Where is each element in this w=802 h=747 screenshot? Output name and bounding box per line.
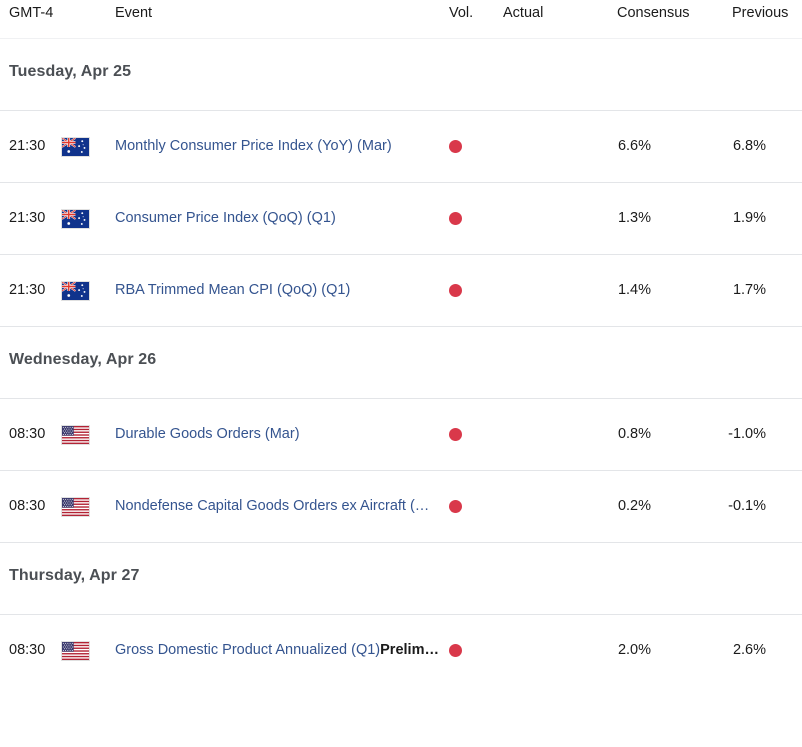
- usa-flag: [61, 471, 90, 542]
- event-previous-value: 6.8%: [732, 138, 766, 154]
- event-previous-value: 2.6%: [732, 642, 766, 658]
- australia-flag: [61, 183, 90, 254]
- event-time: 21:30: [9, 282, 46, 298]
- calendar-day-heading-row: Tuesday, Apr 25: [0, 39, 802, 111]
- volatility-indicator: [449, 615, 479, 686]
- volatility-dot-icon: [449, 500, 462, 513]
- volatility-dot-icon: [449, 212, 462, 225]
- event-previous-value: 1.9%: [732, 210, 766, 226]
- usa-flag: [61, 615, 90, 686]
- event-time: 08:30: [9, 498, 46, 514]
- event-consensus-value: 0.8%: [617, 426, 651, 442]
- calendar-event-row[interactable]: 08:30 Gross Domestic Product Annualized (…: [0, 615, 802, 686]
- volatility-indicator: [449, 399, 479, 470]
- calendar-body: Tuesday, Apr 25 21:30 Monthly Consumer Pri…: [0, 39, 802, 686]
- column-header-consensus: Consensus: [617, 5, 690, 21]
- volatility-indicator: [449, 471, 479, 542]
- usa-flag: [61, 399, 90, 470]
- event-name-link[interactable]: Nondefense Capital Goods Orders ex Aircr…: [115, 471, 429, 542]
- event-name-text: Consumer Price Index (QoQ) (Q1): [115, 210, 336, 226]
- event-name-link[interactable]: Durable Goods Orders (Mar): [115, 399, 300, 470]
- volatility-indicator: [449, 183, 479, 254]
- event-name-text: Gross Domestic Product Annualized (Q1): [115, 642, 381, 658]
- event-previous-value: 1.7%: [732, 282, 766, 298]
- volatility-indicator: [449, 111, 479, 182]
- volatility-dot-icon: [449, 644, 462, 657]
- volatility-dot-icon: [449, 140, 462, 153]
- column-header-event: Event: [115, 5, 153, 21]
- event-name-text: Monthly Consumer Price Index (YoY) (Mar): [115, 138, 392, 154]
- event-consensus-value: 6.6%: [617, 138, 651, 154]
- column-header-actual: Actual: [503, 5, 544, 21]
- economic-calendar: GMT-4 Event Vol. Actual Consensus Previo…: [0, 0, 802, 686]
- calendar-day-heading-row: Wednesday, Apr 26: [0, 327, 802, 399]
- calendar-day-label: Thursday, Apr 27: [9, 567, 140, 584]
- event-name-link[interactable]: Gross Domestic Product Annualized (Q1)Pr…: [115, 615, 439, 686]
- column-header-previous: Previous: [732, 5, 789, 21]
- calendar-day-heading-row: Thursday, Apr 27: [0, 543, 802, 615]
- calendar-day-label: Wednesday, Apr 26: [9, 351, 157, 368]
- calendar-event-row[interactable]: 21:30 RBA Trimmed Mean CPI (QoQ) (Q1) 1.4%…: [0, 255, 802, 327]
- event-time: 21:30: [9, 210, 46, 226]
- calendar-event-row[interactable]: 08:30 Durable Goods Orders (Mar) 0.8% -1.0%: [0, 399, 802, 471]
- volatility-dot-icon: [449, 284, 462, 297]
- australia-flag: [61, 255, 90, 326]
- column-header-volatility: Vol.: [449, 5, 474, 21]
- calendar-event-row[interactable]: 21:30 Consumer Price Index (QoQ) (Q1) 1.3%…: [0, 183, 802, 255]
- column-header-timezone: GMT-4: [9, 5, 54, 21]
- event-time: 21:30: [9, 138, 46, 154]
- event-name-link[interactable]: Monthly Consumer Price Index (YoY) (Mar): [115, 111, 392, 182]
- event-name-link[interactable]: Consumer Price Index (QoQ) (Q1): [115, 183, 336, 254]
- event-name-text: Durable Goods Orders (Mar): [115, 426, 300, 442]
- event-consensus-value: 0.2%: [617, 498, 651, 514]
- volatility-dot-icon: [449, 428, 462, 441]
- calendar-event-row[interactable]: 21:30 Monthly Consumer Price Index (YoY) …: [0, 111, 802, 183]
- event-consensus-value: 1.4%: [617, 282, 651, 298]
- event-consensus-value: 1.3%: [617, 210, 651, 226]
- volatility-indicator: [449, 255, 479, 326]
- australia-flag: [61, 111, 90, 182]
- event-consensus-value: 2.0%: [617, 642, 651, 658]
- event-previous-value: -0.1%: [728, 498, 766, 514]
- calendar-event-row[interactable]: 08:30 Nondefense Capital Goods Orders ex …: [0, 471, 802, 543]
- event-name-text: Nondefense Capital Goods Orders ex Aircr…: [115, 498, 430, 514]
- event-name-link[interactable]: RBA Trimmed Mean CPI (QoQ) (Q1): [115, 255, 350, 326]
- event-time: 08:30: [9, 642, 46, 658]
- calendar-header-row: GMT-4 Event Vol. Actual Consensus Previo…: [0, 0, 802, 39]
- event-name-qualifier: Prelim…: [380, 642, 439, 658]
- event-time: 08:30: [9, 426, 46, 442]
- calendar-day-label: Tuesday, Apr 25: [9, 63, 132, 80]
- event-previous-value: -1.0%: [728, 426, 766, 442]
- event-name-text: RBA Trimmed Mean CPI (QoQ) (Q1): [115, 282, 351, 298]
